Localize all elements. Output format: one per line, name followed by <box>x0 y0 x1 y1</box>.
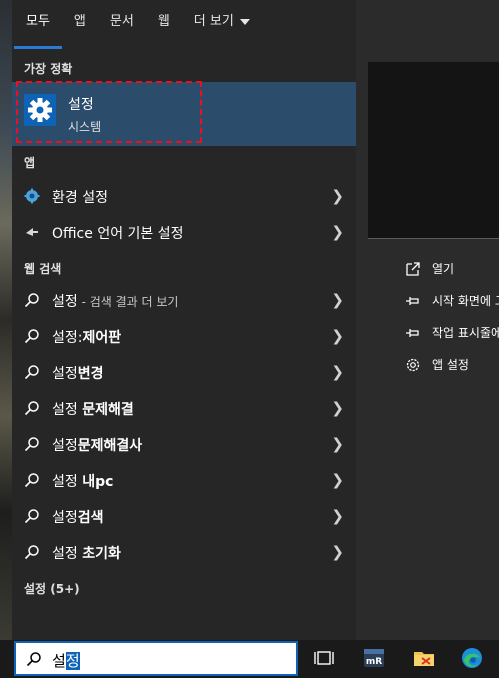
search-input[interactable]: 설정 <box>14 641 298 676</box>
tab-label: 앱 <box>73 14 86 29</box>
search-icon <box>26 651 42 667</box>
web-query: 설정 <box>52 294 78 310</box>
web-item-0[interactable]: 설정 - 검색 결과 더 보기 ❯ <box>12 282 356 318</box>
control-panel-icon <box>24 188 40 204</box>
file-explorer-icon[interactable] <box>412 646 436 670</box>
search-icon <box>24 436 40 452</box>
app-item-office-language[interactable]: Office 언어 기본 설정 ❯ <box>12 214 356 250</box>
search-icon <box>24 400 40 416</box>
chevron-right-icon[interactable]: ❯ <box>331 291 344 309</box>
web-item-4[interactable]: 설정문제해결사 ❯ <box>12 426 356 462</box>
tab-apps[interactable]: 앱 <box>74 0 86 50</box>
pin-icon <box>404 324 422 342</box>
web-item-label: 설정 - 검색 결과 더 보기 <box>52 291 178 311</box>
web-item-label: 설정검색 <box>52 507 104 527</box>
open-icon <box>404 260 422 278</box>
chevron-right-icon[interactable]: ❯ <box>331 507 344 525</box>
web-query-suggestion: 초기화 <box>82 546 121 562</box>
remote-app-icon[interactable]: mR <box>362 646 386 670</box>
chevron-right-icon[interactable]: ❯ <box>331 435 344 453</box>
action-label: 시작 화면에 고 <box>432 294 499 308</box>
web-item-label: 설정변경 <box>52 363 104 383</box>
web-item-label: 설정 문제해결 <box>52 399 134 419</box>
chevron-right-icon[interactable]: ❯ <box>331 327 344 345</box>
action-label: 작업 표시줄에 <box>432 326 499 340</box>
search-query: 설정 <box>52 650 80 671</box>
results-pane: 모두 앱 문서 웹 더 보기 가장 정확 설정 시스템 앱 환경 설정 ❯ Of… <box>12 0 356 640</box>
app-item-label: Office 언어 기본 설정 <box>52 226 184 242</box>
web-query: 설정 <box>52 402 83 418</box>
web-item-2[interactable]: 설정변경 ❯ <box>12 354 356 390</box>
taskbar: 설정 mR <box>0 640 499 678</box>
search-icon <box>24 292 40 308</box>
app-item-label: 환경 설정 <box>52 190 108 206</box>
web-item-label: 설정문제해결사 <box>52 435 142 455</box>
tab-all[interactable]: 모두 <box>14 0 62 50</box>
edge-browser-icon[interactable] <box>460 646 484 670</box>
web-item-5[interactable]: 설정 내pc ❯ <box>12 462 356 498</box>
task-view-icon[interactable] <box>312 646 336 670</box>
tab-more[interactable]: 더 보기 <box>194 0 250 50</box>
web-item-label: 설정:제어판 <box>52 327 121 347</box>
office-language-icon <box>24 224 40 240</box>
app-item-environment-settings[interactable]: 환경 설정 ❯ <box>12 178 356 214</box>
desktop-wallpaper <box>0 0 12 640</box>
section-best-match: 가장 정확 <box>24 62 73 76</box>
tab-label: 문서 <box>109 14 134 29</box>
search-query-text: 설 <box>52 652 66 670</box>
web-query: 설정 <box>52 438 78 454</box>
search-icon <box>24 328 40 344</box>
filter-tabs: 모두 앱 문서 웹 더 보기 <box>14 0 274 50</box>
chevron-right-icon[interactable]: ❯ <box>331 543 344 561</box>
web-item-7[interactable]: 설정 초기화 ❯ <box>12 534 356 570</box>
tab-label: 모두 <box>26 14 50 29</box>
gear-icon <box>404 356 422 374</box>
search-icon <box>24 544 40 560</box>
section-settings-count[interactable]: 설정 (5+) <box>24 580 80 597</box>
section-web-search: 웹 검색 <box>24 262 62 276</box>
search-icon <box>24 472 40 488</box>
divider <box>368 238 499 239</box>
tab-label: 웹 <box>157 14 170 29</box>
chevron-right-icon[interactable]: ❯ <box>331 471 344 489</box>
web-item-3[interactable]: 설정 문제해결 ❯ <box>12 390 356 426</box>
web-query: 설정: <box>52 330 83 346</box>
section-apps: 앱 <box>24 156 36 170</box>
focus-outline <box>16 81 202 143</box>
tab-label: 더 보기 <box>193 14 234 29</box>
tab-web[interactable]: 웹 <box>158 0 170 50</box>
web-query-suggestion: 제어판 <box>82 330 122 346</box>
chevron-right-icon[interactable]: ❯ <box>331 399 344 417</box>
web-query: 설정 <box>52 546 83 562</box>
action-label: 열기 <box>432 262 455 276</box>
chevron-right-icon[interactable]: ❯ <box>331 187 344 205</box>
web-query-hint: - 검색 결과 더 보기 <box>77 295 179 309</box>
web-item-label: 설정 초기화 <box>52 543 121 563</box>
search-icon <box>24 364 40 380</box>
action-label: 앱 설정 <box>432 358 469 372</box>
search-icon <box>24 508 40 524</box>
search-panel: 모두 앱 문서 웹 더 보기 가장 정확 설정 시스템 앱 환경 설정 ❯ Of… <box>12 0 499 640</box>
web-item-6[interactable]: 설정검색 ❯ <box>12 498 356 534</box>
web-item-1[interactable]: 설정:제어판 ❯ <box>12 318 356 354</box>
web-query-suggestion: 내pc <box>82 474 114 490</box>
web-query-suggestion: 변경 <box>77 366 104 382</box>
web-query-suggestion: 문제해결 <box>82 402 134 418</box>
web-query-suggestion: 검색 <box>77 510 104 526</box>
chevron-right-icon[interactable]: ❯ <box>331 223 344 241</box>
preview-area <box>368 62 499 238</box>
chevron-right-icon[interactable]: ❯ <box>331 363 344 381</box>
search-query-selection: 정 <box>65 652 80 670</box>
pin-icon <box>404 292 422 310</box>
tab-documents[interactable]: 문서 <box>110 0 134 50</box>
web-query-suggestion: 문제해결사 <box>77 438 143 454</box>
chevron-down-icon <box>239 18 250 25</box>
web-query: 설정 <box>52 366 78 382</box>
web-item-label: 설정 내pc <box>52 471 113 491</box>
preview-pane: 열기 시작 화면에 고 작업 표시줄에 앱 설정 <box>356 0 499 640</box>
svg-text:mR: mR <box>366 657 382 667</box>
web-query: 설정 <box>52 510 78 526</box>
web-query: 설정 <box>52 474 83 490</box>
